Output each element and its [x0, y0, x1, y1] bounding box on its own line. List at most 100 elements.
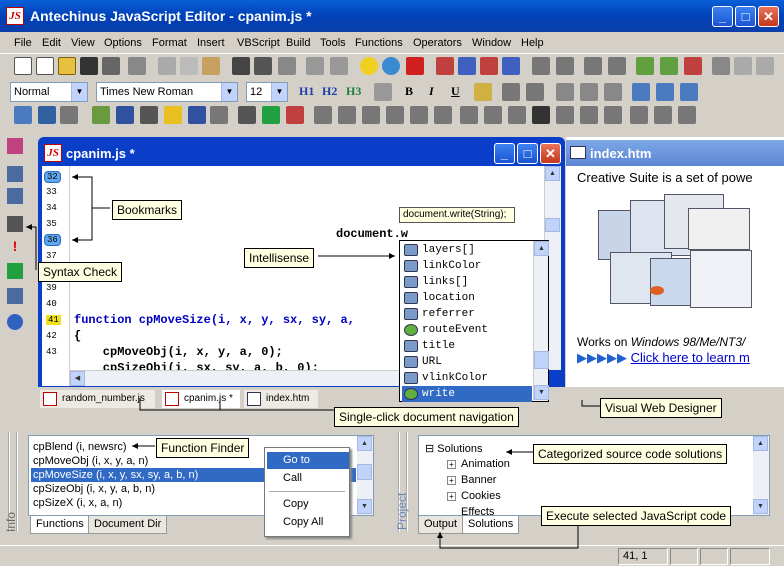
- scroll-up-icon[interactable]: ▲: [753, 436, 768, 451]
- properties-icon[interactable]: [7, 188, 23, 204]
- textarea-icon[interactable]: [580, 106, 598, 124]
- doc-tab-index[interactable]: index.htm: [244, 390, 318, 408]
- window-icon[interactable]: [630, 106, 648, 124]
- copy-icon[interactable]: [180, 57, 198, 75]
- button-control-icon[interactable]: [362, 106, 380, 124]
- bookmark-toggle-icon[interactable]: [436, 57, 454, 75]
- menu-format[interactable]: Format: [152, 37, 187, 49]
- italic-button[interactable]: I: [429, 84, 434, 99]
- syntax-check-icon[interactable]: [7, 216, 23, 232]
- h1-button[interactable]: H1: [299, 84, 314, 99]
- menu-help[interactable]: Help: [521, 37, 544, 49]
- font-select[interactable]: Times New Roman ▼: [96, 82, 238, 102]
- title-bar[interactable]: JS Antechinus JavaScript Editor - cpanim…: [0, 0, 784, 32]
- style-select[interactable]: Normal ▼: [10, 82, 88, 102]
- solutions-scrollbar[interactable]: ▲ ▼: [753, 436, 769, 515]
- h3-button[interactable]: H3: [346, 84, 361, 99]
- tree-item-animation[interactable]: Animation: [461, 458, 510, 470]
- tool4-icon[interactable]: [734, 57, 752, 75]
- align-left-icon[interactable]: [556, 83, 574, 101]
- expand-icon[interactable]: +: [447, 492, 456, 501]
- label-control-icon[interactable]: [556, 106, 574, 124]
- learn-more-link[interactable]: Click here to learn m: [631, 350, 750, 365]
- menu-edit[interactable]: Edit: [42, 37, 61, 49]
- error-icon[interactable]: !: [7, 238, 23, 254]
- autocomplete-item[interactable]: layers[]: [402, 242, 532, 258]
- align-center-icon[interactable]: [580, 83, 598, 101]
- span-icon[interactable]: [678, 106, 696, 124]
- undo-icon[interactable]: [306, 57, 324, 75]
- picture-icon[interactable]: [92, 106, 110, 124]
- find-icon[interactable]: [232, 57, 250, 75]
- editor-titlebar[interactable]: JS cpanim.js * _ □ ✕: [42, 140, 562, 166]
- menu-file[interactable]: File: [14, 37, 32, 49]
- autocomplete-item[interactable]: title: [402, 338, 532, 354]
- doc-tab-random-number[interactable]: random_number.js: [40, 390, 155, 408]
- bookmark-prev-icon[interactable]: [480, 57, 498, 75]
- paste-icon[interactable]: [202, 57, 220, 75]
- outdent-icon[interactable]: [556, 57, 574, 75]
- new-template-icon[interactable]: [36, 57, 54, 75]
- designer-titlebar[interactable]: index.htm: [566, 140, 784, 166]
- anchor-icon[interactable]: [38, 106, 56, 124]
- menu-insert[interactable]: Insert: [197, 37, 225, 49]
- tree-item-banner[interactable]: Banner: [461, 474, 496, 486]
- grid-icon[interactable]: [460, 106, 478, 124]
- scroll-up-icon[interactable]: ▲: [357, 436, 372, 451]
- line-number-bookmarked[interactable]: 36: [44, 234, 61, 246]
- uncomment-icon[interactable]: [608, 57, 626, 75]
- autocomplete-item[interactable]: vlinkColor: [402, 370, 532, 386]
- window-list-icon[interactable]: [7, 166, 23, 182]
- stop-icon[interactable]: [406, 57, 424, 75]
- menu-operators[interactable]: Operators: [413, 37, 462, 49]
- tools-icon[interactable]: [712, 57, 730, 75]
- highlight-icon[interactable]: [474, 83, 492, 101]
- textbox-icon[interactable]: [338, 106, 356, 124]
- bullet-list-icon[interactable]: [526, 83, 544, 101]
- line-number-bookmarked[interactable]: 32: [44, 171, 61, 183]
- find-next-icon[interactable]: [254, 57, 272, 75]
- context-call[interactable]: Call: [267, 470, 349, 487]
- checkbox-control-icon[interactable]: [386, 106, 404, 124]
- brace-match-icon[interactable]: [7, 288, 23, 304]
- script-icon[interactable]: [210, 106, 228, 124]
- browser-icon[interactable]: [382, 57, 400, 75]
- underline-button[interactable]: U: [451, 84, 460, 99]
- doc-tab-cpanim[interactable]: cpanim.js *: [162, 390, 240, 408]
- save-icon[interactable]: [80, 57, 98, 75]
- run-icon[interactable]: [360, 57, 378, 75]
- context-go-to[interactable]: Go to: [267, 452, 349, 469]
- layer3-icon[interactable]: [680, 83, 698, 101]
- tree-item-effects[interactable]: Effects: [461, 506, 494, 515]
- save-all-icon[interactable]: [102, 57, 120, 75]
- tab-document-dir[interactable]: Document Dir: [88, 516, 168, 534]
- new-file-icon[interactable]: [14, 57, 32, 75]
- autocomplete-item[interactable]: URL: [402, 354, 532, 370]
- intellisense-scrollbar[interactable]: ▲ ▼: [533, 241, 549, 401]
- tab-output[interactable]: Output: [418, 516, 464, 534]
- numbered-list-icon[interactable]: [502, 83, 520, 101]
- tool1-icon[interactable]: [636, 57, 654, 75]
- pilcrow-icon[interactable]: [286, 106, 304, 124]
- autocomplete-item[interactable]: routeEvent: [402, 322, 532, 338]
- scroll-left-icon[interactable]: ◀: [70, 371, 85, 386]
- scroll-up-icon[interactable]: ▲: [545, 166, 560, 181]
- editor-maximize-button[interactable]: □: [517, 143, 538, 164]
- frame-icon[interactable]: [604, 106, 622, 124]
- menu-tools[interactable]: Tools: [320, 37, 346, 49]
- tool5-icon[interactable]: [756, 57, 774, 75]
- radio-control-icon[interactable]: [410, 106, 428, 124]
- intellisense-list[interactable]: layers[] linkColor links[] location refe…: [399, 240, 549, 402]
- div-icon[interactable]: [654, 106, 672, 124]
- combo-control-icon[interactable]: [508, 106, 526, 124]
- menu-build[interactable]: Build: [286, 37, 310, 49]
- tab-solutions[interactable]: Solutions: [462, 516, 520, 534]
- autocomplete-item[interactable]: referrer: [402, 306, 532, 322]
- size-select[interactable]: 12 ▼: [246, 82, 288, 102]
- insert-image-icon[interactable]: [14, 106, 32, 124]
- list-control-icon[interactable]: [484, 106, 502, 124]
- debug-icon[interactable]: [7, 314, 23, 330]
- expand-icon[interactable]: +: [447, 476, 456, 485]
- layer2-icon[interactable]: [656, 83, 674, 101]
- editor-close-button[interactable]: ✕: [540, 143, 561, 164]
